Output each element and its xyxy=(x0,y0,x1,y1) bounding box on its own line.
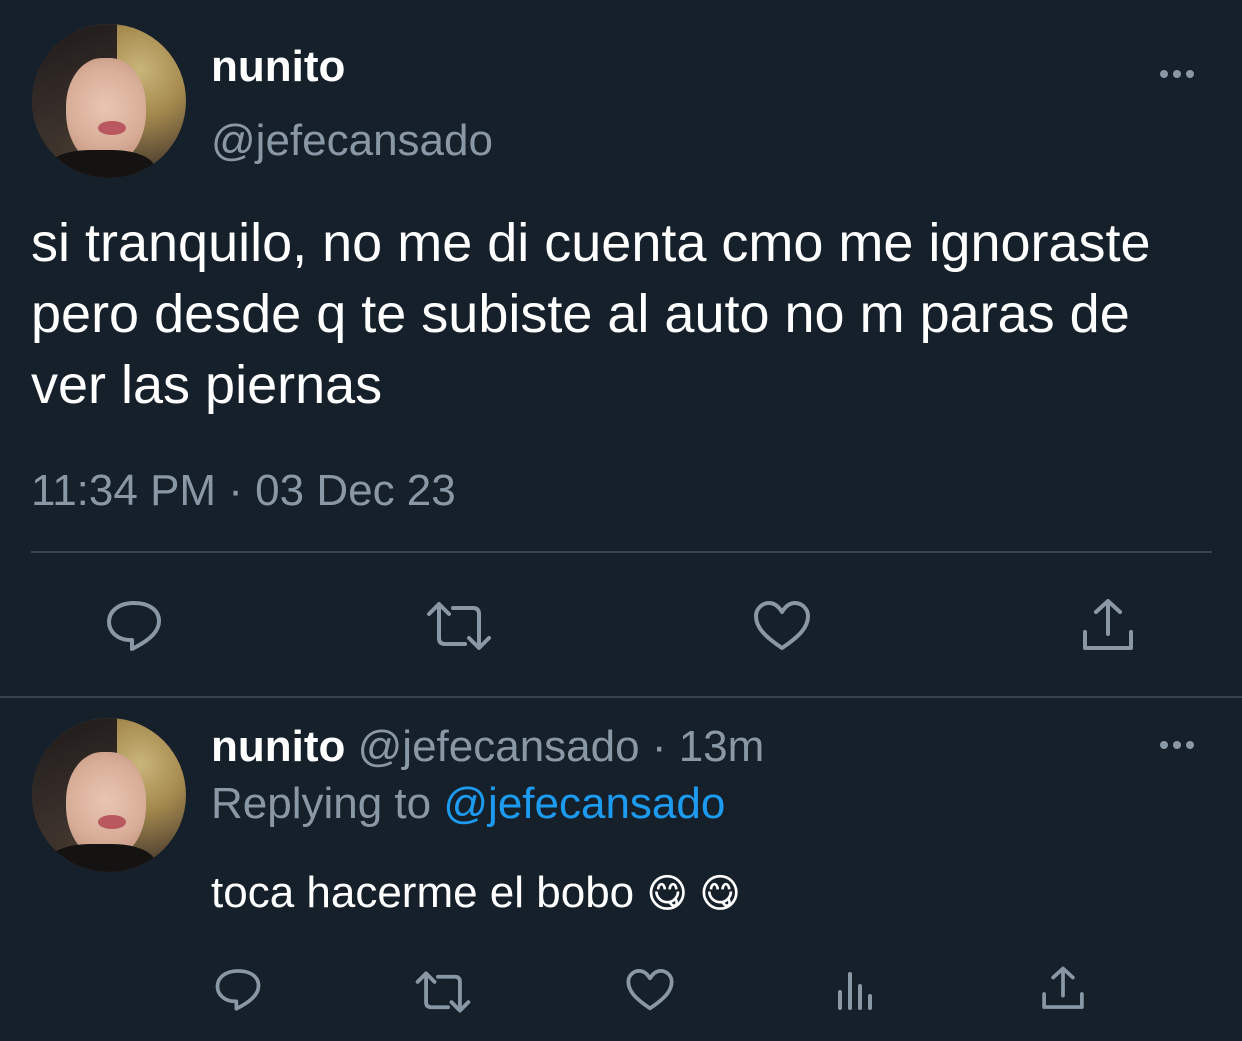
main-tweet-author-name[interactable]: nunito xyxy=(211,42,345,92)
reply-tweet-author-name[interactable]: nunito xyxy=(211,722,345,771)
main-tweet-more-icon[interactable] xyxy=(1160,70,1194,78)
replying-to-link[interactable]: @jefecansado xyxy=(443,779,725,828)
reply-tweet-avatar[interactable] xyxy=(32,718,186,872)
reply-share-icon[interactable] xyxy=(1040,966,1086,1012)
reply-tweet-author-handle[interactable]: @jefecansado xyxy=(358,722,640,771)
main-tweet-text: si tranquilo, no me di cuenta cmo me ign… xyxy=(31,213,1151,415)
main-like-icon[interactable] xyxy=(752,600,812,652)
reply-tweet-text: toca hacerme el bobo xyxy=(211,868,635,917)
reply-analytics-icon[interactable] xyxy=(834,968,878,1012)
main-share-icon[interactable] xyxy=(1080,598,1136,654)
main-retweet-icon[interactable] xyxy=(425,600,493,652)
reply-tweet-more-icon[interactable] xyxy=(1160,741,1194,749)
main-tweet-timestamp[interactable]: 11:34 PM · 03 Dec 23 xyxy=(31,465,456,517)
reply-tweet-text-row: toca hacerme el bobo 😋 😋 xyxy=(211,866,741,921)
yum-emoji: 😋 😋 xyxy=(646,872,741,916)
main-tweet-avatar[interactable] xyxy=(32,24,186,178)
main-tweet-author-handle[interactable]: @jefecansado xyxy=(211,116,493,166)
reply-retweet-icon[interactable] xyxy=(414,970,472,1014)
main-tweet-divider xyxy=(31,551,1212,553)
reply-tweet-header: nunito @jefecansado · 13m xyxy=(211,722,764,772)
replying-to-prefix: Replying to xyxy=(211,779,432,828)
reply-reply-icon[interactable] xyxy=(213,966,263,1012)
main-reply-icon[interactable] xyxy=(104,597,164,653)
reply-tweet-time[interactable]: · 13m xyxy=(652,722,764,771)
reply-like-icon[interactable] xyxy=(625,968,675,1012)
thread-divider xyxy=(0,696,1242,698)
replying-to-line: Replying to @jefecansado xyxy=(211,779,725,829)
